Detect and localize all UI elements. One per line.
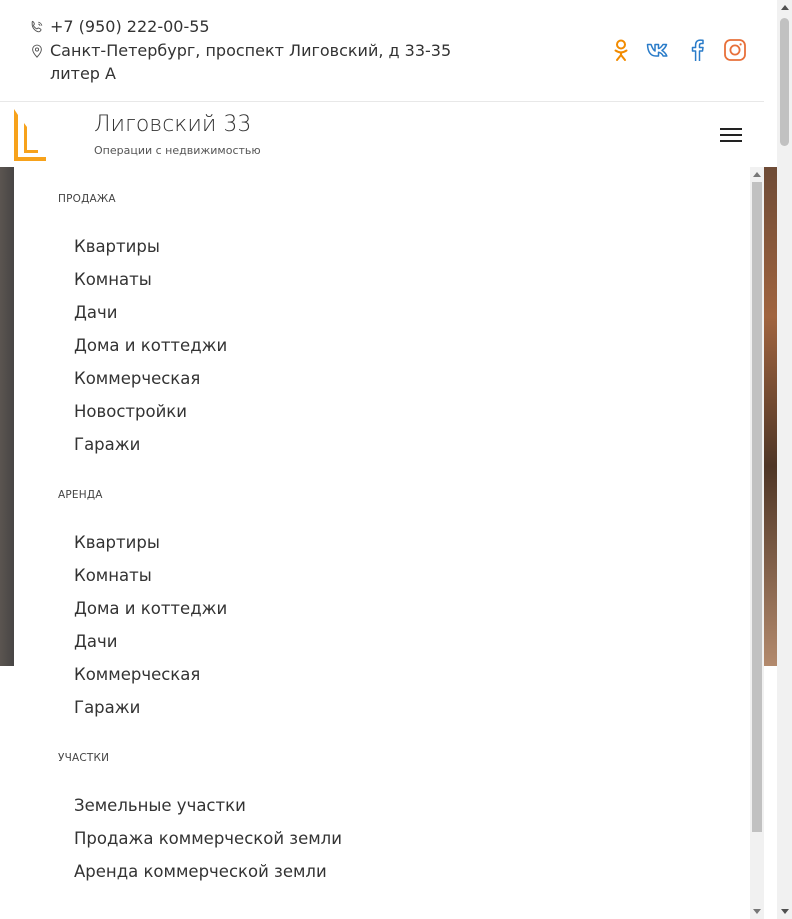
menu-link-sale-apartments[interactable]: Квартиры: [74, 237, 160, 256]
menu-toggle-button[interactable]: [720, 128, 742, 142]
menu-link-rent-garages[interactable]: Гаражи: [74, 698, 140, 717]
page-scroll-down-arrow-icon[interactable]: [781, 909, 789, 914]
address-contact: Санкт-Петербург, проспект Лиговский, д 3…: [30, 39, 470, 85]
top-bar: +7 (950) 222-00-55 Санкт-Петербург, прос…: [0, 0, 764, 102]
scroll-down-arrow-icon[interactable]: [753, 909, 761, 914]
menu-link-sale-houses[interactable]: Дома и коттеджи: [74, 336, 227, 355]
instagram-icon[interactable]: [722, 37, 748, 63]
address-text: Санкт-Петербург, проспект Лиговский, д 3…: [50, 41, 452, 83]
brand-title[interactable]: Лиговский 33: [94, 112, 251, 137]
map-pin-icon: [32, 44, 42, 58]
menu-section-rent-title: АРЕНДА: [58, 489, 103, 501]
scroll-up-arrow-icon[interactable]: [753, 172, 761, 177]
hamburger-icon-line: [720, 128, 742, 130]
social-links: [608, 37, 748, 63]
menu-link-sale-garages[interactable]: Гаражи: [74, 435, 140, 454]
menu-link-sale-new-buildings[interactable]: Новостройки: [74, 402, 187, 421]
menu-link-rent-apartments[interactable]: Квартиры: [74, 533, 160, 552]
menu-link-rent-dachas[interactable]: Дачи: [74, 632, 117, 651]
phone-contact[interactable]: +7 (950) 222-00-55: [30, 15, 210, 38]
menu-section-sale-title: ПРОДАЖА: [58, 193, 116, 205]
brand-subtitle: Операции с недвижимостью: [94, 144, 261, 157]
menu-scrollbar-thumb[interactable]: [752, 182, 762, 832]
menu-link-land-plots[interactable]: Земельные участки: [74, 796, 246, 815]
menu-link-sale-rooms[interactable]: Комнаты: [74, 270, 152, 289]
menu-link-commercial-land-rent[interactable]: Аренда коммерческой земли: [74, 862, 327, 881]
hamburger-icon-line: [720, 134, 742, 136]
menu-link-sale-dachas[interactable]: Дачи: [74, 303, 117, 322]
phone-icon: [31, 20, 43, 33]
menu-link-commercial-land-sale[interactable]: Продажа коммерческой земли: [74, 829, 342, 848]
menu-scrollbar[interactable]: [750, 167, 764, 919]
menu-link-sale-commercial[interactable]: Коммерческая: [74, 369, 200, 388]
facebook-icon[interactable]: [684, 37, 710, 63]
logo-icon[interactable]: [14, 109, 46, 161]
site-header: Лиговский 33 Операции с недвижимостью: [14, 102, 764, 167]
menu-link-rent-houses[interactable]: Дома и коттеджи: [74, 599, 227, 618]
hero-image-edge: [763, 167, 777, 666]
odnoklassniki-icon[interactable]: [608, 37, 634, 63]
menu-section-plots-title: УЧАСТКИ: [58, 752, 110, 764]
page-scrollbar-thumb[interactable]: [780, 18, 789, 146]
menu-link-rent-rooms[interactable]: Комнаты: [74, 566, 152, 585]
menu-link-rent-commercial[interactable]: Коммерческая: [74, 665, 200, 684]
page-scroll-up-arrow-icon[interactable]: [781, 5, 789, 10]
page-scrollbar[interactable]: [777, 0, 792, 919]
navigation-menu: ПРОДАЖА Квартиры Комнаты Дачи Дома и кот…: [14, 167, 750, 919]
vk-icon[interactable]: [646, 37, 672, 63]
phone-number[interactable]: +7 (950) 222-00-55: [50, 15, 210, 38]
hamburger-icon-line: [720, 140, 742, 142]
